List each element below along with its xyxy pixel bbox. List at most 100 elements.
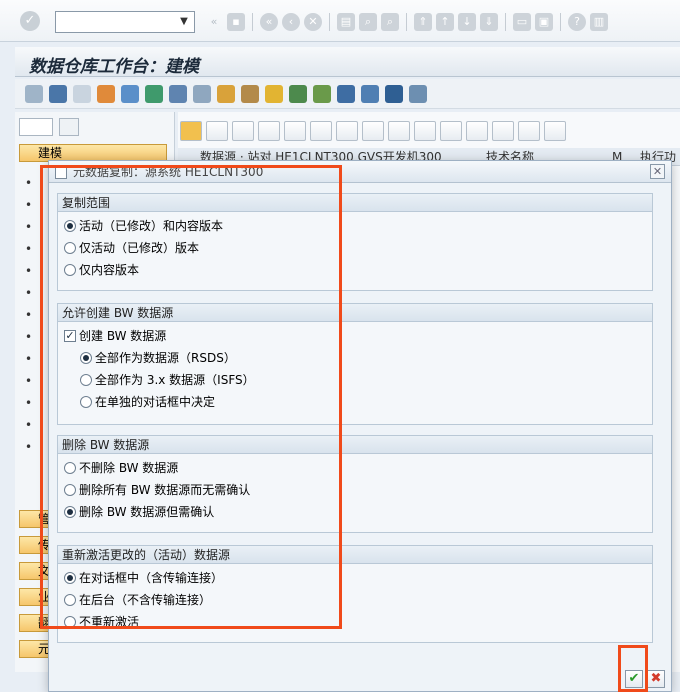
link-icon[interactable] <box>337 84 355 103</box>
dialog-title: 元数据复制：源系统 HE1CLNT300 <box>73 165 264 179</box>
sort-icon[interactable] <box>232 121 254 141</box>
enter-icon[interactable]: ✓ <box>20 11 40 31</box>
find-next-icon[interactable]: ⌕ <box>381 13 399 31</box>
page-last-icon[interactable]: ⇓ <box>480 13 498 31</box>
radio-button[interactable] <box>64 594 76 606</box>
list-icon[interactable] <box>313 84 331 103</box>
radio-button[interactable] <box>80 352 92 364</box>
close-icon[interactable]: ✕ <box>650 164 665 179</box>
find-icon[interactable]: ⌕ <box>359 13 377 31</box>
option-all-rsds[interactable]: 全部作为数据源（RSDS） <box>80 348 236 368</box>
export-icon[interactable] <box>544 121 566 141</box>
radio-button[interactable] <box>80 396 92 408</box>
option-label: 全部作为 3.x 数据源（ISFS） <box>95 373 255 387</box>
option-label: 仅活动（已修改）版本 <box>79 241 200 255</box>
radio-button[interactable] <box>64 506 76 518</box>
globe-icon[interactable] <box>121 84 139 103</box>
radio-button[interactable] <box>64 264 76 276</box>
nav-first-icon[interactable]: « <box>260 13 278 31</box>
option-label: 在后台（不含传输连接） <box>79 593 212 607</box>
arrow-left-icon[interactable] <box>25 84 43 103</box>
option-decide-in-dialog[interactable]: 在单独的对话框中决定 <box>80 392 215 412</box>
save-icon[interactable]: ▪ <box>227 13 245 31</box>
nav-prev-icon[interactable]: ‹ <box>282 13 300 31</box>
shortcut-icon[interactable]: ▣ <box>535 13 553 31</box>
radio-button[interactable] <box>64 220 76 232</box>
info-icon[interactable] <box>414 121 436 141</box>
option-content-only[interactable]: 仅内容版本 <box>64 260 139 280</box>
command-field[interactable]: ▼ <box>55 11 195 33</box>
group-title: 删除 BW 数据源 <box>58 436 652 454</box>
command-input[interactable] <box>56 12 174 32</box>
option-label: 在单独的对话框中决定 <box>95 395 216 409</box>
radio-button[interactable] <box>64 572 76 584</box>
group-reactivate-datasource: 重新激活更改的（活动）数据源 在对话框中（含传输连接） 在后台（不含传输连接） … <box>57 545 653 643</box>
option-label: 不删除 BW 数据源 <box>79 461 179 475</box>
chevron-down-icon[interactable]: ▼ <box>174 12 194 32</box>
gear-icon[interactable] <box>409 84 427 103</box>
option-active-and-content[interactable]: 活动（已修改）和内容版本 <box>64 216 223 236</box>
divider <box>252 13 253 31</box>
option-in-dialog[interactable]: 在对话框中（含传输连接） <box>64 568 223 588</box>
page-prev-icon[interactable]: ↑ <box>436 13 454 31</box>
sort-desc-icon[interactable] <box>258 121 280 141</box>
binoculars-icon[interactable] <box>284 121 306 141</box>
screen-toggle-icon[interactable] <box>19 118 53 136</box>
option-delete-with-confirm[interactable]: 删除 BW 数据源但需确认 <box>64 502 214 522</box>
database-icon[interactable] <box>193 84 211 103</box>
option-in-background[interactable]: 在后台（不含传输连接） <box>64 590 211 610</box>
radio-button[interactable] <box>64 462 76 474</box>
dialog-title-bar: 元数据复制：源系统 HE1CLNT300 ✕ <box>49 161 671 183</box>
layout-icon[interactable] <box>73 84 91 103</box>
radio-button[interactable] <box>64 616 76 628</box>
radio-button[interactable] <box>80 374 92 386</box>
cube-icon[interactable] <box>145 84 163 103</box>
transport-icon[interactable] <box>385 84 403 103</box>
help-icon[interactable]: ? <box>568 13 586 31</box>
divider <box>560 13 561 31</box>
option-label: 活动（已修改）和内容版本 <box>79 219 224 233</box>
network-icon[interactable] <box>361 84 379 103</box>
collapse-icon[interactable] <box>466 121 488 141</box>
group-title: 允许创建 BW 数据源 <box>58 304 652 322</box>
close-icon[interactable] <box>518 121 540 141</box>
refresh-icon[interactable] <box>206 121 228 141</box>
page-first-icon[interactable]: ⇑ <box>414 13 432 31</box>
select-icon[interactable] <box>180 121 202 141</box>
checkbox-create-datasource[interactable]: ✓ 创建 BW 数据源 <box>64 326 166 346</box>
tree-toggle-icon[interactable] <box>388 121 410 141</box>
option-delete-without-confirm[interactable]: 删除所有 BW 数据源而无需确认 <box>64 480 250 500</box>
cancel-button[interactable]: ✖ <box>647 670 665 688</box>
option-no-delete[interactable]: 不删除 BW 数据源 <box>64 458 178 478</box>
checkbox-label: 创建 BW 数据源 <box>79 329 167 343</box>
radio-button[interactable] <box>64 242 76 254</box>
nav-cancel-icon[interactable]: ✕ <box>304 13 322 31</box>
title-bar: 数据仓库工作台：建模 <box>15 47 680 77</box>
find-next-icon[interactable] <box>310 121 332 141</box>
star-icon[interactable] <box>336 121 358 141</box>
infocube-icon[interactable] <box>169 84 187 103</box>
option-no-reactivate[interactable]: 不重新激活 <box>64 612 139 632</box>
customize-icon[interactable]: ▥ <box>590 13 608 31</box>
wand-icon[interactable] <box>265 84 283 103</box>
radio-button[interactable] <box>64 484 76 496</box>
option-all-isfs[interactable]: 全部作为 3.x 数据源（ISFS） <box>80 370 255 390</box>
tag-icon[interactable] <box>241 84 259 103</box>
triangle-icon[interactable] <box>217 84 235 103</box>
close-icon[interactable] <box>59 118 79 136</box>
back-icon[interactable]: « <box>205 13 223 31</box>
expand-icon[interactable] <box>440 121 462 141</box>
monitor-icon[interactable] <box>362 121 384 141</box>
arrow-right-icon[interactable] <box>49 84 67 103</box>
print-icon[interactable]: ▤ <box>337 13 355 31</box>
system-toolbar: ✓ ▼ « ▪ « ‹ ✕ ▤ ⌕ ⌕ ⇑ ↑ ↓ ⇓ ▭ ▣ ? ▥ <box>0 0 680 42</box>
tree-icon[interactable] <box>289 84 307 103</box>
option-active-only[interactable]: 仅活动（已修改）版本 <box>64 238 199 258</box>
filter-icon[interactable] <box>492 121 514 141</box>
page-next-icon[interactable]: ↓ <box>458 13 476 31</box>
new-session-icon[interactable]: ▭ <box>513 13 531 31</box>
confirm-button[interactable]: ✔ <box>625 670 643 688</box>
hierarchy-icon[interactable] <box>97 84 115 103</box>
divider <box>329 13 330 31</box>
checkbox[interactable]: ✓ <box>64 330 76 342</box>
